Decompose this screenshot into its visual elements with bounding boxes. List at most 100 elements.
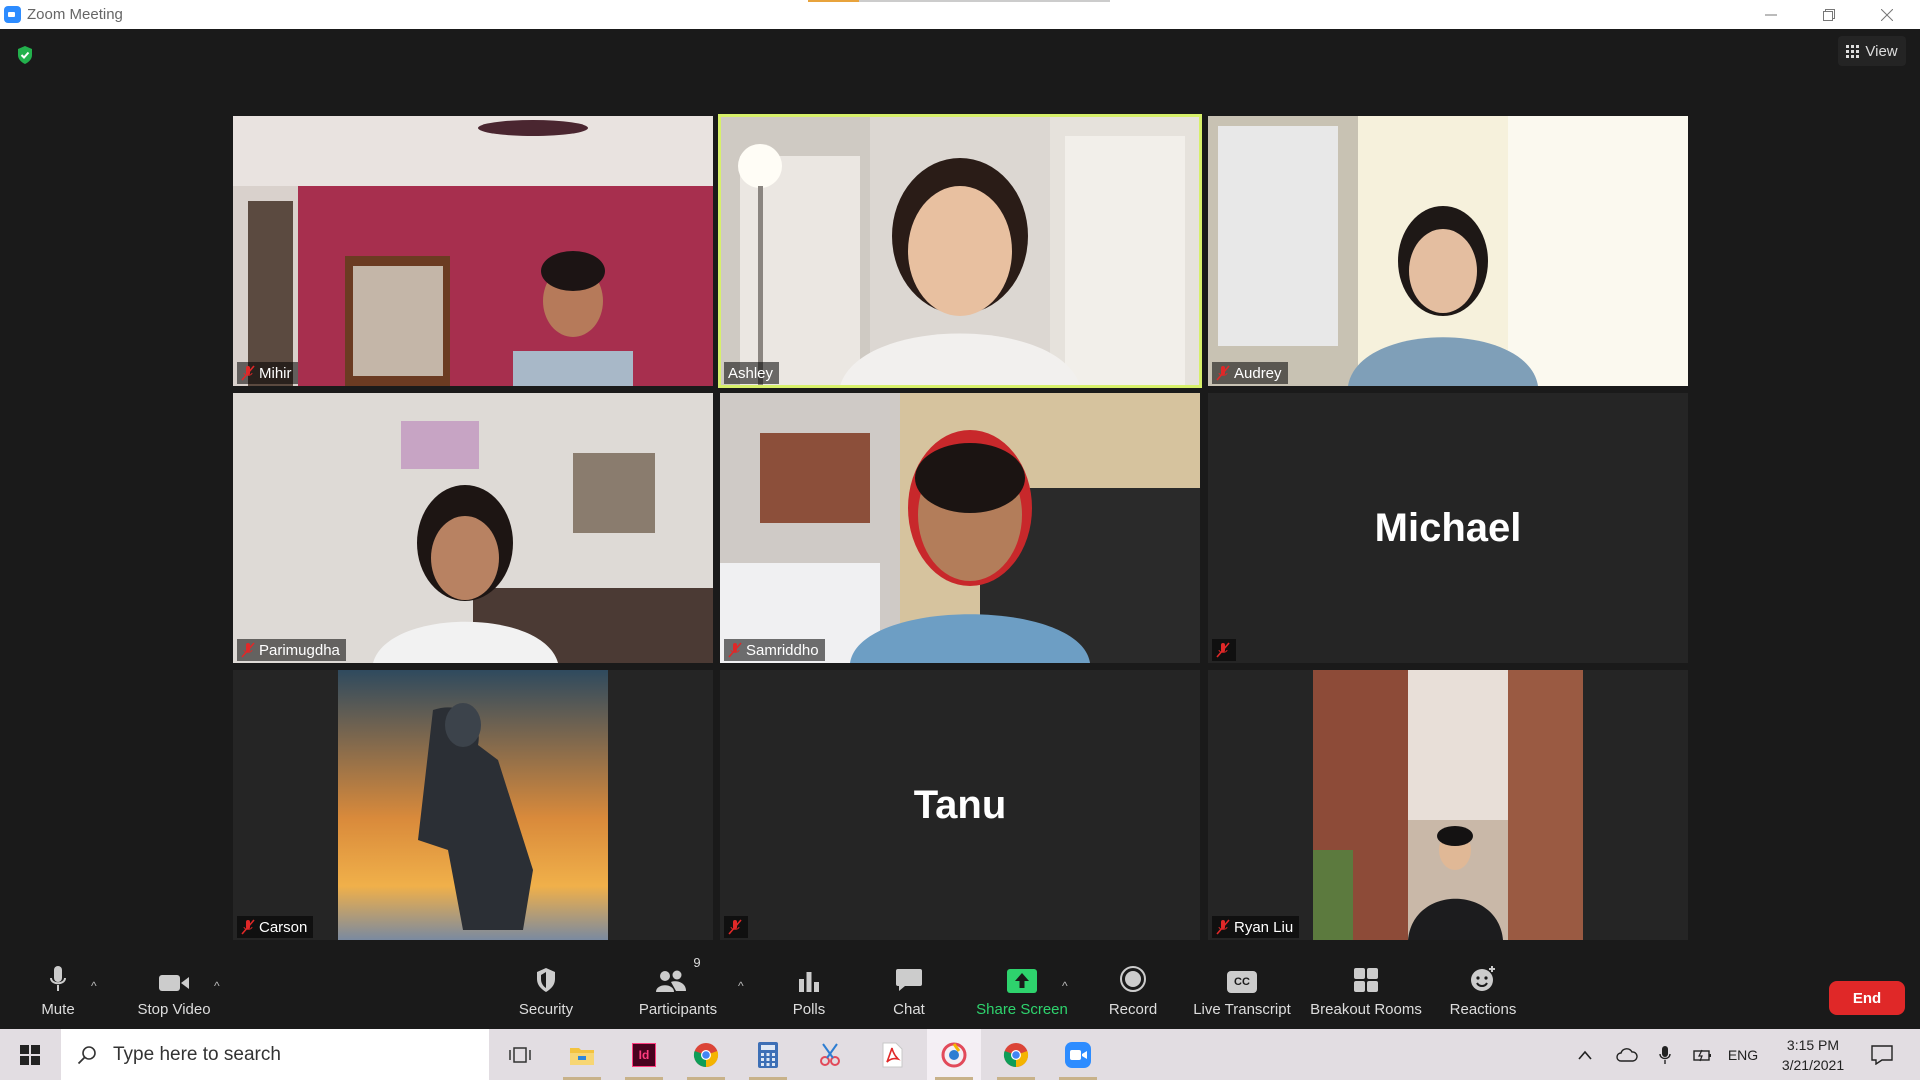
share-screen-button[interactable]: Share Screen: [972, 951, 1072, 1029]
participants-count: 9: [693, 955, 701, 970]
calculator-button[interactable]: [741, 1029, 795, 1080]
closed-caption-icon: CC: [1227, 971, 1257, 993]
taskbar-search-box[interactable]: Type here to search: [61, 1029, 489, 1080]
share-options-caret-icon[interactable]: ^: [1062, 979, 1068, 993]
record-label: Record: [1108, 1001, 1158, 1018]
indesign-icon: Id: [632, 1042, 656, 1067]
polls-button[interactable]: Polls: [783, 951, 835, 1029]
participant-video: [720, 116, 1200, 386]
mute-button[interactable]: Mute: [28, 951, 88, 1029]
participant-name-tag: Ryan Liu: [1212, 916, 1300, 938]
participant-name: Audrey: [1234, 364, 1282, 382]
task-view-icon: [509, 1046, 531, 1063]
audio-options-caret-icon[interactable]: ^: [91, 979, 97, 993]
view-button[interactable]: View: [1838, 36, 1906, 66]
window-title-bar: Zoom Meeting: [0, 0, 1920, 29]
muted-mic-icon: [241, 642, 255, 658]
breakout-rooms-button[interactable]: Breakout Rooms: [1308, 951, 1424, 1029]
title-progress-bar: [808, 0, 1110, 2]
encryption-shield-icon[interactable]: [16, 45, 34, 65]
taskbar-clock[interactable]: 3:15 PM 3/21/2021: [1764, 1035, 1862, 1075]
show-hidden-icons-button[interactable]: [1570, 1029, 1600, 1080]
security-label: Security: [518, 1001, 574, 1018]
stop-video-button[interactable]: Stop Video: [128, 951, 220, 1029]
close-button[interactable]: [1858, 0, 1916, 29]
onedrive-button[interactable]: [1610, 1029, 1644, 1080]
view-label: View: [1865, 42, 1898, 60]
chrome-button[interactable]: [679, 1029, 733, 1080]
video-tile-parimugdha[interactable]: Parimugdha: [233, 393, 713, 663]
window-title: Zoom Meeting: [27, 6, 123, 23]
chat-bubble-icon: [896, 969, 922, 991]
snipping-tool-button[interactable]: [803, 1029, 857, 1080]
polls-chart-icon: [799, 972, 819, 992]
video-tile-tanu[interactable]: Tanu: [720, 670, 1200, 940]
participant-name-tag: [724, 916, 748, 938]
video-tile-audrey[interactable]: Audrey: [1208, 116, 1688, 386]
acrobat-icon: [882, 1042, 903, 1067]
participant-name: Ashley: [728, 364, 774, 382]
participant-video: [338, 670, 608, 940]
video-tile-ryan-liu[interactable]: Ryan Liu: [1208, 670, 1688, 940]
language-indicator[interactable]: ENG: [1724, 1029, 1762, 1080]
record-button[interactable]: Record: [1103, 951, 1163, 1029]
record-icon: [1120, 966, 1146, 992]
reactions-button[interactable]: Reactions: [1446, 951, 1520, 1029]
task-view-button[interactable]: [493, 1029, 547, 1080]
action-center-button[interactable]: [1862, 1029, 1902, 1080]
restore-button[interactable]: [1800, 0, 1858, 29]
window-blinds: [1218, 126, 1338, 346]
chrome-icon: [693, 1042, 719, 1067]
chat-label: Chat: [893, 1001, 925, 1018]
muted-mic-icon: [1216, 365, 1230, 381]
breakout-rooms-label: Breakout Rooms: [1310, 1001, 1422, 1018]
video-tile-ashley[interactable]: Ashley: [718, 114, 1202, 388]
file-explorer-button[interactable]: [555, 1029, 609, 1080]
share-screen-label: Share Screen: [976, 1001, 1068, 1018]
participant-video: [1208, 116, 1688, 386]
restore-icon: [1823, 8, 1835, 21]
smiley-face-icon: [1471, 966, 1495, 991]
participant-name-tag: Ashley: [724, 362, 780, 384]
participants-button[interactable]: 9 Participants: [630, 951, 726, 1029]
participant-name: Mihir: [259, 364, 292, 382]
chrome-icon: [1003, 1042, 1029, 1067]
indesign-button[interactable]: Id: [617, 1029, 671, 1080]
video-options-caret-icon[interactable]: ^: [214, 979, 220, 993]
participant-name-tag: Carson: [237, 916, 314, 938]
photo-app-icon: [941, 1042, 967, 1067]
windows-taskbar: Type here to search Id ENG 3:15 PM 3/21/…: [0, 1029, 1920, 1080]
stop-video-label: Stop Video: [137, 1001, 211, 1018]
mute-label: Mute: [41, 1001, 75, 1018]
share-screen-arrow-icon: [1007, 969, 1037, 993]
live-transcript-button[interactable]: CC Live Transcript: [1188, 951, 1296, 1029]
start-button[interactable]: [0, 1029, 60, 1080]
participant-name-tag: Mihir: [237, 362, 298, 384]
video-tile-mihir[interactable]: Mihir: [233, 116, 713, 386]
chat-button[interactable]: Chat: [883, 951, 935, 1029]
microphone-tray-button[interactable]: [1650, 1029, 1680, 1080]
grid-view-icon: [1846, 44, 1860, 58]
participants-options-caret-icon[interactable]: ^: [738, 979, 744, 993]
video-tile-carson[interactable]: Carson: [233, 670, 713, 940]
chrome-profile-button[interactable]: [989, 1029, 1043, 1080]
title-progress-fill: [808, 0, 860, 2]
video-tile-samriddho[interactable]: Samriddho: [720, 393, 1200, 663]
live-transcript-label: Live Transcript: [1193, 1001, 1291, 1018]
zoom-taskbar-button[interactable]: [1051, 1029, 1105, 1080]
reactions-label: Reactions: [1449, 1001, 1517, 1018]
video-tile-michael[interactable]: Michael: [1208, 393, 1688, 663]
end-meeting-button[interactable]: End: [1829, 981, 1905, 1015]
acrobat-button[interactable]: [865, 1029, 919, 1080]
file-explorer-icon: [570, 1047, 594, 1065]
meeting-area: View Mihir Ashley Audrey Parimugdha Samr…: [0, 29, 1920, 951]
security-shield-icon: [537, 968, 555, 992]
battery-button[interactable]: [1688, 1029, 1718, 1080]
minimize-button[interactable]: [1742, 0, 1800, 29]
photo-app-button[interactable]: [927, 1029, 981, 1080]
search-placeholder: Type here to search: [113, 1043, 281, 1065]
zoom-app-icon: [4, 6, 21, 23]
cloud-icon: [1616, 1047, 1638, 1062]
security-button[interactable]: Security: [510, 951, 582, 1029]
polls-label: Polls: [792, 1001, 826, 1018]
